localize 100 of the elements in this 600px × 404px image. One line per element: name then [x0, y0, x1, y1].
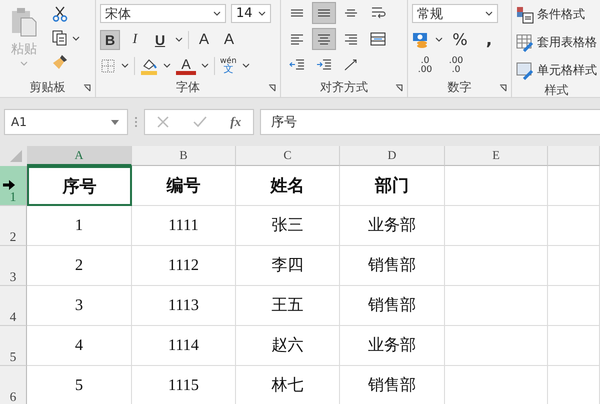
fill-color-icon[interactable]	[140, 56, 158, 74]
cell-style-button[interactable]: 单元格样式	[516, 59, 597, 82]
comma-button[interactable]: ,	[477, 30, 501, 49]
table-style-button[interactable]: 套用表格格	[516, 31, 597, 54]
conditional-style-icon	[516, 6, 534, 24]
row-header[interactable]: 1	[0, 166, 27, 206]
table-cell: 部门	[340, 166, 445, 206]
caret-icon[interactable]	[121, 63, 129, 68]
table-cell: 1114	[132, 326, 236, 366]
launcher-icon[interactable]	[268, 84, 276, 92]
arrow-cursor-icon	[3, 180, 15, 190]
table-cell: 姓名	[236, 166, 340, 206]
row-header[interactable]: 3	[0, 246, 27, 286]
table-cell: 编号	[132, 166, 236, 206]
table-cell: 林七	[236, 366, 340, 404]
currency-icon[interactable]	[412, 30, 430, 48]
caret-icon[interactable]	[72, 36, 80, 40]
middle-align-icon	[316, 9, 332, 17]
conditional-style-button[interactable]: 条件格式	[516, 3, 597, 26]
font-name-dropdown[interactable]: 宋体	[100, 4, 226, 23]
caret-icon	[213, 11, 221, 16]
column-header[interactable]: C	[236, 146, 340, 166]
row-header[interactable]: 6	[0, 366, 27, 404]
caret-icon[interactable]	[175, 37, 183, 42]
formula-field[interactable]: 序号	[260, 109, 600, 135]
table-cell	[548, 326, 600, 366]
table-cell: 销售部	[340, 246, 445, 286]
caret-icon[interactable]	[163, 63, 171, 68]
table-cell: 业务部	[340, 206, 445, 246]
caret-icon[interactable]	[242, 63, 250, 68]
launcher-icon[interactable]	[499, 84, 507, 92]
checkmark-icon[interactable]	[192, 116, 207, 128]
merge-align-icon	[370, 31, 386, 47]
caret-icon	[20, 61, 28, 66]
border-icon[interactable]	[100, 58, 116, 74]
left-align-icon	[289, 34, 305, 44]
table-cell	[548, 206, 600, 246]
group-label: 数字	[448, 78, 472, 96]
table-cell: 李四	[236, 246, 340, 286]
column-header[interactable]: E	[445, 146, 548, 166]
increase-font-size-button[interactable]: A	[194, 30, 214, 50]
launcher-icon[interactable]	[395, 84, 403, 92]
table-cell: 1112	[132, 246, 236, 286]
bold-button[interactable]: B	[100, 30, 120, 50]
group-label: 对齐方式	[320, 78, 368, 96]
table-cell: 1	[27, 206, 132, 246]
font-size-dropdown[interactable]: 14	[231, 4, 271, 23]
center-align-button[interactable]	[312, 28, 336, 50]
name-box[interactable]: A1	[4, 109, 128, 135]
row-header[interactable]: 2	[0, 206, 27, 246]
font-color-button[interactable]: A	[176, 56, 196, 74]
caret-icon[interactable]	[201, 63, 209, 68]
copy-icon[interactable]	[52, 30, 68, 46]
row-header[interactable]: 4	[0, 286, 27, 326]
table-cell: 3	[27, 286, 132, 326]
table-cell: 1115	[132, 366, 236, 404]
percent-button[interactable]: %	[448, 30, 472, 49]
table-cell: 1113	[132, 286, 236, 326]
table-cell: 张三	[236, 206, 340, 246]
column-header[interactable]: A	[27, 146, 132, 166]
table-cell: 4	[27, 326, 132, 366]
orientation-align-icon	[343, 57, 359, 73]
column-header[interactable]: D	[340, 146, 445, 166]
table-cell: 销售部	[340, 286, 445, 326]
clipboard-icon	[11, 7, 37, 37]
phonetic-button[interactable]: wén 文	[220, 56, 237, 74]
center-align-icon	[316, 34, 332, 44]
table-cell: 赵六	[236, 326, 340, 366]
increase-decimal-button[interactable]: .0 .00	[412, 56, 438, 74]
scissors-icon[interactable]	[52, 6, 68, 22]
insert-function-button[interactable]: fx	[230, 114, 242, 130]
row-header[interactable]: 5	[0, 326, 27, 366]
caret-icon	[485, 11, 493, 16]
group-label: 样式	[544, 82, 568, 99]
top-align-icon	[289, 9, 305, 17]
decrease-font-size-button[interactable]: A	[219, 30, 239, 50]
decrease-decimal-button[interactable]: .00 .0	[443, 56, 469, 74]
table-cell: 王五	[236, 286, 340, 326]
group-label: 剪贴板	[30, 78, 66, 96]
table-cell: 业务部	[340, 326, 445, 366]
launcher-icon[interactable]	[83, 84, 91, 92]
table-style-icon	[516, 34, 534, 52]
caret-icon	[258, 11, 266, 16]
wrap-align-icon	[370, 5, 386, 21]
table-cell	[548, 246, 600, 286]
table-cell: 2	[27, 246, 132, 286]
cell-style-icon	[516, 62, 534, 80]
underline-button[interactable]: U	[150, 30, 170, 50]
brush-icon[interactable]	[52, 54, 68, 70]
table-cell: 销售部	[340, 366, 445, 404]
table-cell: 序号	[27, 166, 132, 206]
middle-align-button[interactable]	[312, 2, 336, 24]
number-format-dropdown[interactable]: 常规	[412, 4, 498, 23]
group-label: 字体	[176, 78, 200, 96]
table-cell	[548, 286, 600, 326]
column-header[interactable]: B	[132, 146, 236, 166]
right-align-icon	[343, 34, 359, 44]
caret-icon	[111, 120, 119, 124]
caret-icon[interactable]	[435, 37, 443, 42]
italic-button[interactable]: I	[125, 30, 145, 50]
